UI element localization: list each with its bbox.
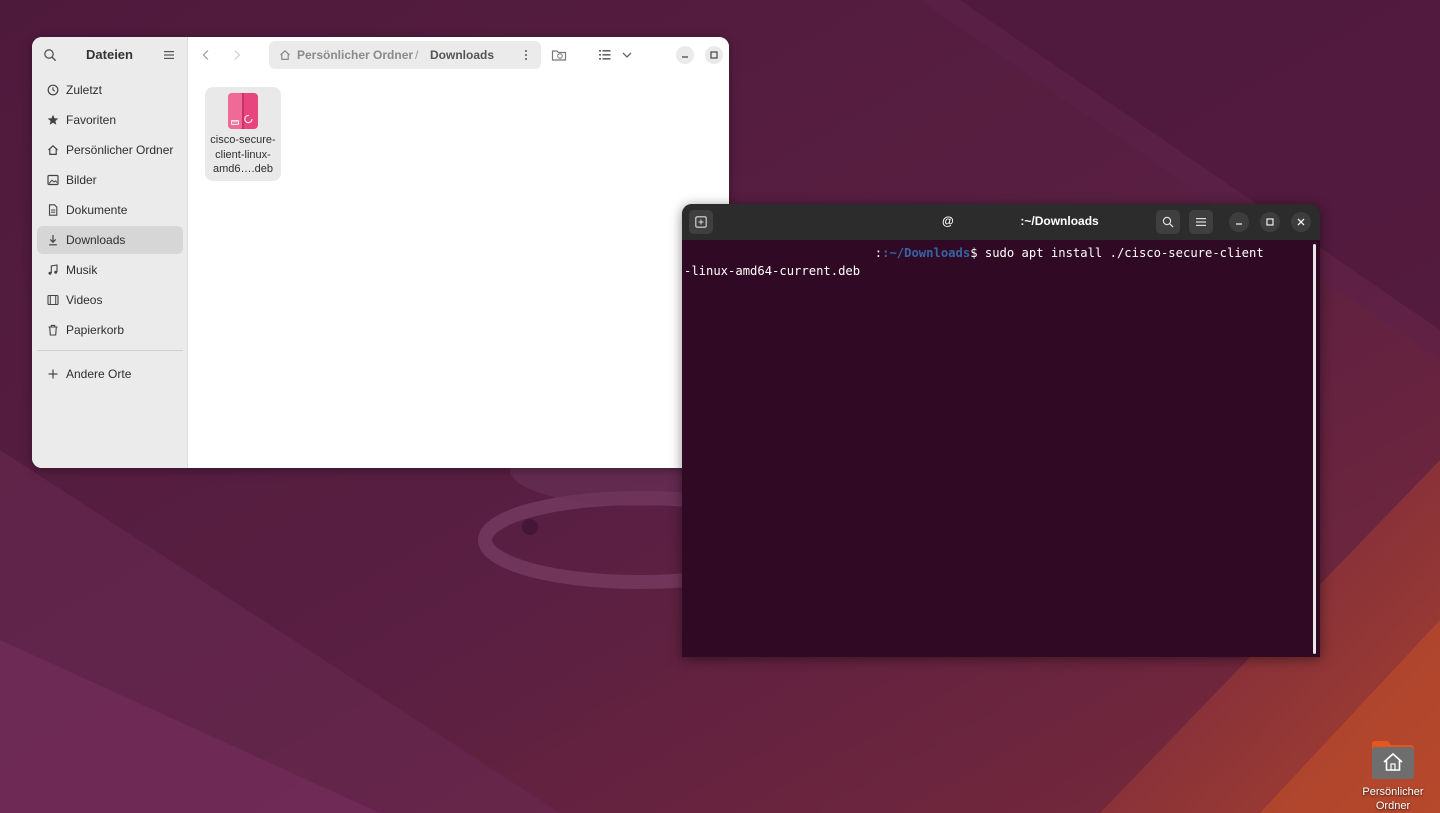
terminal-search-button[interactable] bbox=[1156, 210, 1180, 234]
sidebar-item-label: Downloads bbox=[66, 233, 126, 247]
prompt-user-redacted bbox=[684, 246, 875, 260]
breadcrumb-downloads[interactable]: Downloads bbox=[430, 48, 494, 62]
sidebar-item-musik[interactable]: Musik bbox=[37, 256, 183, 284]
sidebar-item-label: Persönlicher Ordner bbox=[66, 143, 174, 157]
close-icon bbox=[1297, 218, 1305, 226]
terminal-command: sudo apt install ./cisco-secure-client bbox=[977, 246, 1264, 260]
sidebar-item-label: Dokumente bbox=[66, 203, 128, 217]
sidebar-list: Zuletzt Favoriten Persönlicher Ordner Bi… bbox=[37, 76, 183, 390]
download-icon bbox=[49, 235, 57, 246]
minimize-icon bbox=[682, 56, 688, 58]
search-icon bbox=[1162, 216, 1174, 228]
terminal-scrollbar[interactable] bbox=[1313, 244, 1316, 654]
terminal-window: @ :~/Downloads ::~/Downloads$ sudo apt i… bbox=[682, 204, 1320, 657]
file-name: cisco-secure- client-linux- amd6….deb bbox=[205, 133, 281, 177]
prompt-symbol: $ bbox=[970, 246, 978, 260]
new-tab-button[interactable] bbox=[689, 210, 713, 234]
home-icon bbox=[48, 144, 58, 155]
sidebar-item-persoenlicher-ordner[interactable]: Persönlicher Ordner bbox=[37, 136, 183, 164]
sidebar-item-label: Videos bbox=[66, 293, 103, 307]
sidebar-item-zuletzt[interactable]: Zuletzt bbox=[37, 76, 183, 104]
sidebar-item-papierkorb[interactable]: Papierkorb bbox=[37, 316, 183, 344]
sidebar-item-label: Favoriten bbox=[66, 113, 117, 127]
sidebar-header: Dateien bbox=[32, 37, 187, 73]
terminal-maximize-button[interactable] bbox=[1260, 212, 1280, 232]
sidebar-item-label: Musik bbox=[66, 263, 98, 277]
minimize-button[interactable] bbox=[676, 46, 694, 64]
files-window: Dateien Zuletzt Favoriten Persönlicher O… bbox=[32, 37, 729, 468]
file-name-line: amd6….deb bbox=[213, 163, 273, 175]
sidebar-item-videos[interactable]: Videos bbox=[37, 286, 183, 314]
trash-icon bbox=[48, 324, 58, 336]
chevron-down-icon[interactable] bbox=[619, 47, 635, 63]
hamburger-menu-icon[interactable] bbox=[163, 49, 175, 61]
terminal-output[interactable]: ::~/Downloads$ sudo apt install ./cisco-… bbox=[684, 240, 1310, 657]
file-name-line: cisco-secure- bbox=[210, 134, 276, 146]
desktop-icon-label: Persönlicher Ordner bbox=[1362, 786, 1424, 812]
breadcrumb-home[interactable]: Persönlicher Ordner bbox=[297, 48, 413, 62]
forward-icon[interactable] bbox=[231, 49, 243, 61]
new-tab-icon bbox=[695, 216, 707, 228]
sidebar-item-label: Papierkorb bbox=[66, 323, 125, 337]
home-folder-icon bbox=[1372, 741, 1414, 779]
back-icon[interactable] bbox=[200, 49, 212, 61]
sidebar-item-label: Bilder bbox=[66, 173, 97, 187]
terminal-line: -linux-amd64-current.deb bbox=[684, 263, 861, 278]
document-icon bbox=[48, 204, 58, 216]
sidebar-divider bbox=[37, 350, 183, 351]
star-icon bbox=[47, 114, 59, 125]
title-path: :~/Downloads bbox=[1020, 214, 1099, 228]
sidebar-item-andere-orte[interactable]: Andere Orte bbox=[37, 360, 183, 388]
sidebar-item-bilder[interactable]: Bilder bbox=[37, 166, 183, 194]
title-at-sign: @ bbox=[942, 214, 954, 228]
files-sidebar: Dateien Zuletzt Favoriten Persönlicher O… bbox=[32, 37, 188, 468]
desktop-icon-home[interactable]: Persönlicher Ordner bbox=[1360, 736, 1426, 813]
video-icon bbox=[47, 294, 59, 306]
image-icon bbox=[47, 174, 59, 186]
terminal-menu-button[interactable] bbox=[1189, 210, 1213, 234]
terminal-minimize-button[interactable] bbox=[1229, 212, 1249, 232]
path-bar: Persönlicher Ordner / Downloads bbox=[269, 41, 541, 69]
list-view-icon[interactable] bbox=[597, 47, 613, 63]
maximize-button[interactable] bbox=[705, 46, 723, 64]
minimize-icon bbox=[1236, 223, 1242, 225]
terminal-header: @ :~/Downloads bbox=[682, 204, 1320, 240]
sidebar-item-dokumente[interactable]: Dokumente bbox=[37, 196, 183, 224]
terminal-line: ::~/Downloads$ sudo apt install ./cisco-… bbox=[684, 245, 1310, 263]
debian-package-icon bbox=[228, 93, 258, 129]
sidebar-item-favoriten[interactable]: Favoriten bbox=[37, 106, 183, 134]
clock-icon bbox=[47, 84, 59, 96]
hamburger-menu-icon bbox=[1196, 218, 1206, 226]
file-item[interactable]: cisco-secure- client-linux- amd6….deb bbox=[205, 87, 281, 181]
plus-icon bbox=[48, 369, 58, 379]
home-icon bbox=[280, 49, 290, 60]
more-options-icon[interactable] bbox=[521, 49, 531, 61]
maximize-icon bbox=[1266, 218, 1274, 226]
terminal-title: @ :~/Downloads bbox=[942, 214, 1099, 228]
breadcrumb-separator: / bbox=[415, 48, 419, 62]
files-content: Persönlicher Ordner / Downloads cisco-se… bbox=[188, 37, 729, 468]
sidebar-item-downloads[interactable]: Downloads bbox=[37, 226, 183, 254]
music-icon bbox=[48, 264, 58, 275]
prompt-path: :~/Downloads bbox=[882, 246, 971, 260]
file-name-line: client-linux- bbox=[215, 148, 271, 161]
terminal-close-button[interactable] bbox=[1291, 212, 1311, 232]
maximize-icon bbox=[710, 51, 718, 59]
sidebar-item-label: Zuletzt bbox=[66, 83, 103, 97]
new-folder-icon[interactable] bbox=[551, 47, 567, 63]
sidebar-item-label: Andere Orte bbox=[66, 367, 132, 381]
